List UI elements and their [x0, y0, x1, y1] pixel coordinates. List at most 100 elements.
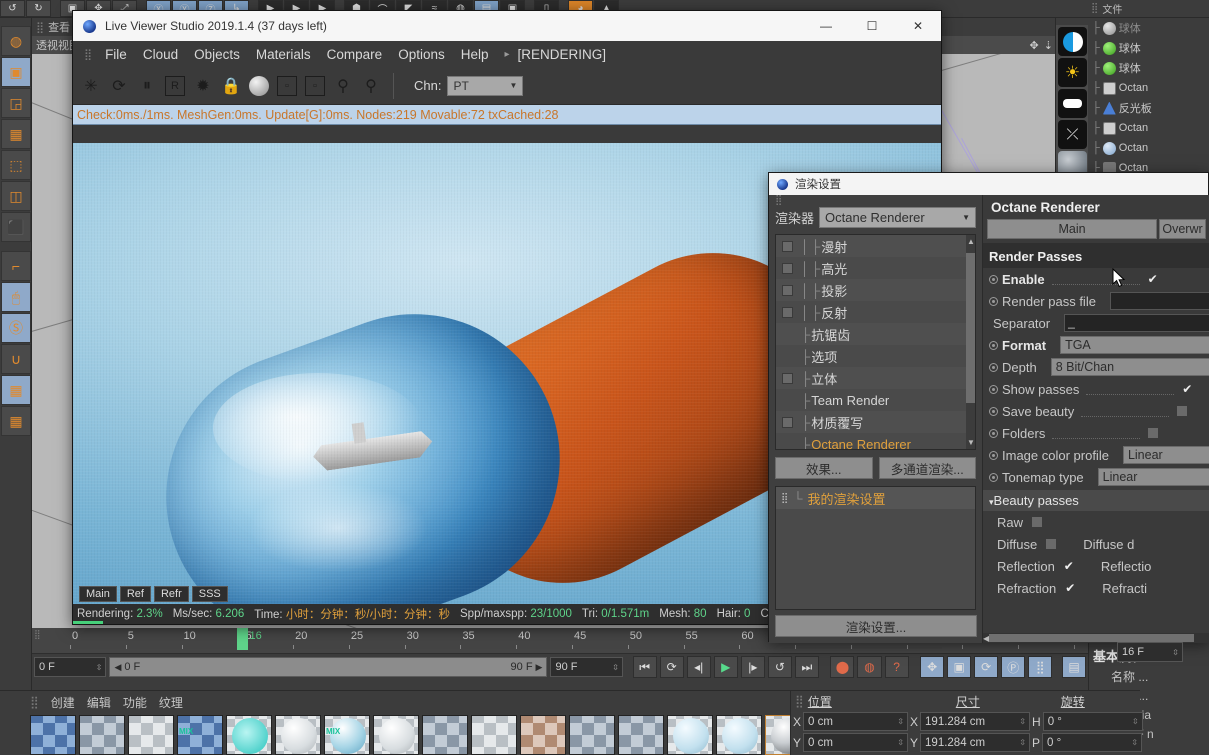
- range-right-arrow[interactable]: ▶: [536, 662, 543, 673]
- transport-reverse-button[interactable]: ↺: [767, 656, 792, 678]
- settings-tree-row[interactable]: │ ├ 反射: [776, 301, 975, 323]
- render-settings-window[interactable]: 渲染设置 ⣿ 渲染器 Octane Renderer ▼ │ ├ 漫射 │ ├ 高光 │ ├ 投…: [768, 172, 1209, 643]
- timeline-range-bar[interactable]: ◀ 0 F 90 F ▶: [109, 657, 548, 677]
- settings-tree-row[interactable]: │ ├ 投影: [776, 279, 975, 301]
- property-textfield[interactable]: _: [1064, 314, 1209, 332]
- close-button[interactable]: ✕: [895, 11, 941, 41]
- beauty-pass-row[interactable]: Diffuse Diffuse d: [983, 533, 1209, 555]
- material-swatch[interactable]: [520, 715, 566, 755]
- material-swatch[interactable]: [30, 715, 76, 755]
- coord-field-rot[interactable]: 0 ° ⇳: [1042, 712, 1143, 731]
- beauty-checkbox-left[interactable]: ✔: [1063, 559, 1075, 573]
- render-icon[interactable]: ✳: [81, 76, 101, 96]
- pause-icon[interactable]: ⏸: [137, 76, 157, 96]
- tree-checkbox[interactable]: [782, 306, 793, 318]
- property-row[interactable]: Depth 8 Bit/Chan: [983, 356, 1209, 378]
- object-row[interactable]: ├ 球体: [1088, 58, 1209, 78]
- object-row[interactable]: ├ Octan: [1088, 138, 1209, 158]
- transport-play-button[interactable]: ▶: [713, 656, 738, 678]
- coord-field-pos[interactable]: 0 cm ⇳: [803, 712, 909, 731]
- matmgr-menu-texture[interactable]: 纹理: [159, 694, 183, 711]
- object-row[interactable]: ├ Octan: [1088, 78, 1209, 98]
- tree-checkbox[interactable]: [782, 240, 793, 252]
- tool-icon-texture-mode[interactable]: ▦: [1, 119, 31, 149]
- settings-tree-row[interactable]: ├ 选项: [776, 345, 975, 367]
- beauty-checkbox-left[interactable]: ✔: [1064, 581, 1076, 595]
- menu-overflow-arrow-icon[interactable]: ▸: [504, 49, 509, 60]
- tool-icon-live-selection[interactable]: ◍: [1, 26, 31, 56]
- light-icon[interactable]: [1058, 89, 1087, 118]
- property-row[interactable]: Image color profile Linear: [983, 444, 1209, 466]
- attribute-row[interactable]: 名称 ...: [1089, 667, 1209, 686]
- matmgr-menu-function[interactable]: 功能: [123, 694, 147, 711]
- channel-dropdown[interactable]: PT ▼: [447, 75, 524, 96]
- beauty-checkbox-left[interactable]: [1031, 516, 1044, 528]
- spinner-icon-2[interactable]: ⇳: [612, 663, 619, 672]
- palette-grip[interactable]: [0, 18, 31, 25]
- spinner-icon[interactable]: ⇳: [897, 738, 904, 747]
- maximize-button[interactable]: ☐: [849, 11, 895, 41]
- viewport-menu-view[interactable]: 查看: [48, 19, 70, 35]
- lv-menu-grip[interactable]: ⣿: [79, 48, 97, 61]
- settings-tree-row[interactable]: │ ├ 漫射: [776, 235, 975, 257]
- settings-tree-row[interactable]: │ ├ 高光: [776, 257, 975, 279]
- pass-tab-sss[interactable]: SSS: [191, 586, 228, 602]
- minimize-button[interactable]: —: [803, 11, 849, 41]
- record-button[interactable]: ⬤: [830, 656, 855, 678]
- zoom-icon[interactable]: ⇣: [1044, 39, 1053, 52]
- settings-tree-row[interactable]: ├ 立体: [776, 367, 975, 389]
- property-textfield[interactable]: [1109, 292, 1209, 310]
- lv-menu-objects[interactable]: Objects: [186, 44, 248, 65]
- material-swatch[interactable]: [226, 715, 272, 755]
- live-viewer-titlebar[interactable]: Live Viewer Studio 2019.1.4 (37 days lef…: [73, 11, 941, 41]
- beauty-pass-row[interactable]: Refraction ✔ Refracti: [983, 577, 1209, 599]
- property-radio-icon[interactable]: [989, 384, 998, 394]
- timeline-end-field[interactable]: 90 F ⇳: [550, 657, 623, 677]
- playhead[interactable]: [237, 628, 249, 650]
- tree-checkbox[interactable]: [782, 284, 793, 296]
- key-help-button[interactable]: ?: [884, 656, 909, 678]
- pass-tab-main[interactable]: Main: [79, 586, 117, 602]
- property-radio-icon[interactable]: [989, 472, 998, 482]
- spinner-icon[interactable]: ⇳: [96, 663, 103, 672]
- viewport-grip[interactable]: ⣿: [36, 21, 44, 34]
- render-settings-button[interactable]: 渲染设置...: [775, 615, 977, 637]
- layer-key-button[interactable]: ▤: [1062, 656, 1087, 678]
- property-row[interactable]: Show passes ✔: [983, 378, 1209, 400]
- toolbar-icon-undo[interactable]: ↺: [0, 0, 25, 17]
- lv-menu-cloud[interactable]: Cloud: [135, 44, 186, 65]
- coord-field-pos[interactable]: 0 cm ⇳: [803, 733, 909, 752]
- tool-icon-edge-mode[interactable]: ◫: [1, 181, 31, 211]
- coord-field-rot[interactable]: 0 ° ⇳: [1042, 733, 1143, 752]
- material-swatch[interactable]: [618, 715, 664, 755]
- beauty-passes-header[interactable]: ▾Beauty passes: [983, 490, 1209, 511]
- material-swatch[interactable]: MIX: [177, 715, 223, 755]
- position-key-button[interactable]: ✥: [920, 656, 945, 678]
- scroll-up-icon[interactable]: ▲: [967, 237, 975, 246]
- property-dropdown[interactable]: TGA: [1060, 336, 1209, 354]
- picture-small-icon[interactable]: ▫: [305, 75, 325, 96]
- render-settings-grip[interactable]: ⣿: [769, 195, 982, 207]
- render-settings-tree[interactable]: │ ├ 漫射 │ ├ 高光 │ ├ 投影 │ ├ 反射 ├ 抗锯齿 ├ 选项 ├ 立体 ├ Team Render ├ 材…: [775, 234, 976, 450]
- timeline-start-field[interactable]: 0 F ⇳: [34, 657, 107, 677]
- property-radio-icon[interactable]: [989, 274, 998, 284]
- hscroll-thumb[interactable]: [989, 634, 1194, 642]
- material-swatch[interactable]: [373, 715, 419, 755]
- tool-icon-polygon-mode[interactable]: ⬛: [1, 212, 31, 242]
- tree-scrollbar[interactable]: ▲ ▼: [966, 235, 975, 449]
- property-checkbox[interactable]: [1176, 405, 1189, 417]
- spinner-icon[interactable]: ⇳: [897, 717, 904, 726]
- tool-icon-axis-modify[interactable]: ⌐: [1, 251, 31, 281]
- effects-button[interactable]: 效果...: [775, 457, 873, 479]
- transport-loop-button[interactable]: ⟳: [659, 656, 684, 678]
- property-radio-icon[interactable]: [989, 406, 998, 416]
- coord-field-size[interactable]: 191.284 cm ⇳: [920, 733, 1031, 752]
- beauty-pass-row[interactable]: Reflection ✔ Reflectio: [983, 555, 1209, 577]
- refresh-icon[interactable]: ⟳: [109, 76, 129, 96]
- property-dropdown[interactable]: Linear: [1097, 468, 1209, 486]
- preset-item-row[interactable]: ⣿ └ 我的渲染设置: [776, 487, 975, 509]
- transport-step-forward-button[interactable]: |▸: [740, 656, 765, 678]
- property-radio-icon[interactable]: [989, 362, 998, 372]
- tab-main[interactable]: Main: [987, 219, 1157, 239]
- pin-e-icon[interactable]: ⚲: [333, 76, 353, 96]
